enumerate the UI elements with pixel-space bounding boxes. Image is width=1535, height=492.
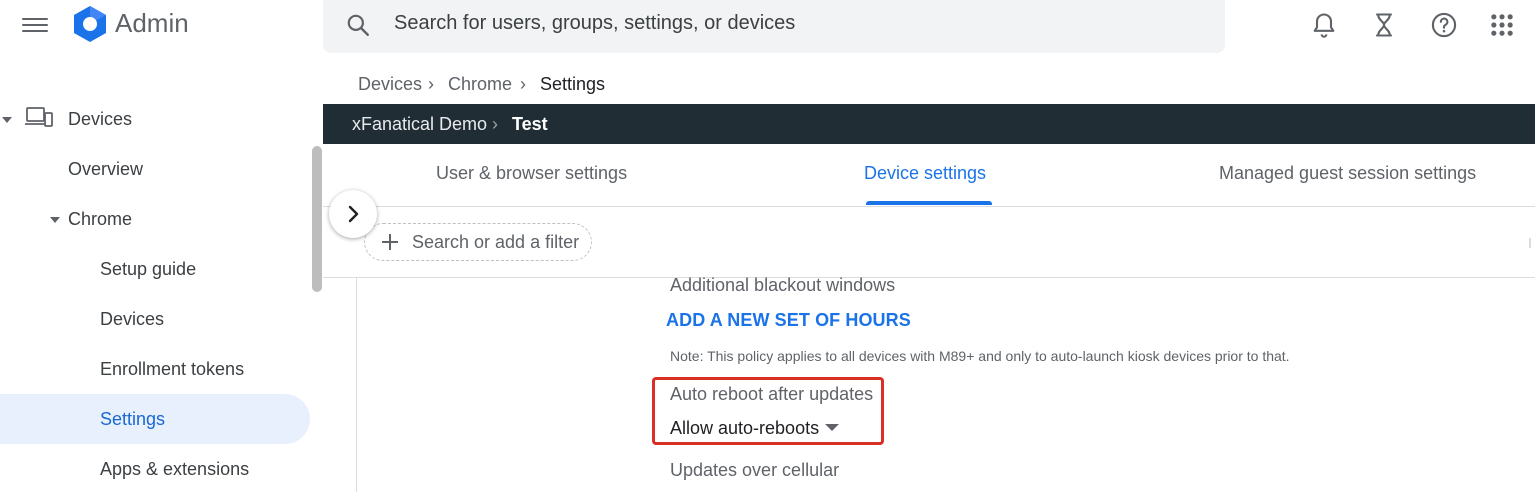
help-icon[interactable] [1430, 11, 1458, 39]
apps-grid-icon[interactable] [1488, 11, 1516, 39]
breadcrumb-devices[interactable]: Devices [358, 74, 422, 95]
org-unit-current: Test [512, 114, 548, 134]
org-unit-bar [323, 104, 1535, 144]
admin-logo-icon[interactable] [70, 4, 110, 44]
tab-user-browser-settings[interactable]: User & browser settings [436, 163, 627, 184]
caret-down-icon[interactable] [1, 115, 13, 125]
breadcrumb-chevron-icon: › [520, 74, 526, 94]
policy-note: Note: This policy applies to all devices… [670, 348, 1290, 364]
caret-down-icon[interactable] [49, 215, 61, 225]
tasks-hourglass-icon[interactable] [1370, 11, 1398, 39]
blackout-windows-label: Additional blackout windows [670, 275, 896, 295]
filter-divider [323, 277, 1535, 278]
sidebar-item-chrome[interactable]: Chrome [68, 209, 132, 230]
expand-panel-button[interactable] [329, 190, 377, 238]
search-icon[interactable] [345, 12, 371, 38]
sidebar-item-devices[interactable]: Devices [68, 109, 132, 130]
chevron-right-icon [348, 205, 359, 223]
org-unit-parent[interactable]: xFanatical Demo [352, 114, 487, 135]
tabs-divider [323, 206, 1535, 207]
content-left-divider [356, 278, 357, 492]
search-input[interactable]: Search for users, groups, settings, or d… [394, 12, 795, 35]
sidebar-item-setup-guide[interactable]: Setup guide [100, 259, 196, 280]
sidebar-item-apps-extensions[interactable]: Apps & extensions [100, 459, 249, 480]
org-chevron-icon: › [492, 114, 498, 134]
resize-handle[interactable] [1529, 238, 1531, 248]
add-hours-button[interactable]: ADD A NEW SET OF HOURS [666, 310, 911, 331]
sidebar-item-enrollment-tokens[interactable]: Enrollment tokens [100, 359, 244, 380]
updates-cellular-label: Updates over cellular [670, 460, 840, 480]
breadcrumb-chrome[interactable]: Chrome [448, 74, 512, 95]
breadcrumb-settings: Settings [540, 74, 606, 94]
auto-reboot-label: Auto reboot after updates [670, 384, 874, 404]
dropdown-caret-icon[interactable] [825, 424, 839, 431]
filter-label: Search or add a filter [412, 232, 580, 252]
main-menu-icon[interactable] [22, 14, 48, 34]
sidebar-scrollbar[interactable] [312, 146, 322, 292]
notifications-bell-icon[interactable] [1310, 11, 1338, 39]
active-tab-indicator [866, 201, 992, 205]
sidebar-item-devices-sub[interactable]: Devices [100, 309, 164, 330]
auto-reboot-select[interactable]: Allow auto-reboots [670, 418, 819, 439]
plus-icon [382, 234, 398, 250]
tab-device-settings[interactable]: Device settings [864, 163, 986, 184]
devices-icon [25, 107, 53, 127]
app-title: Admin [115, 8, 189, 38]
sidebar-item-overview[interactable]: Overview [68, 159, 143, 180]
tab-managed-guest-session-settings[interactable]: Managed guest session settings [1219, 163, 1476, 184]
breadcrumb-chevron-icon: › [428, 74, 434, 94]
sidebar-item-settings[interactable]: Settings [100, 409, 165, 430]
